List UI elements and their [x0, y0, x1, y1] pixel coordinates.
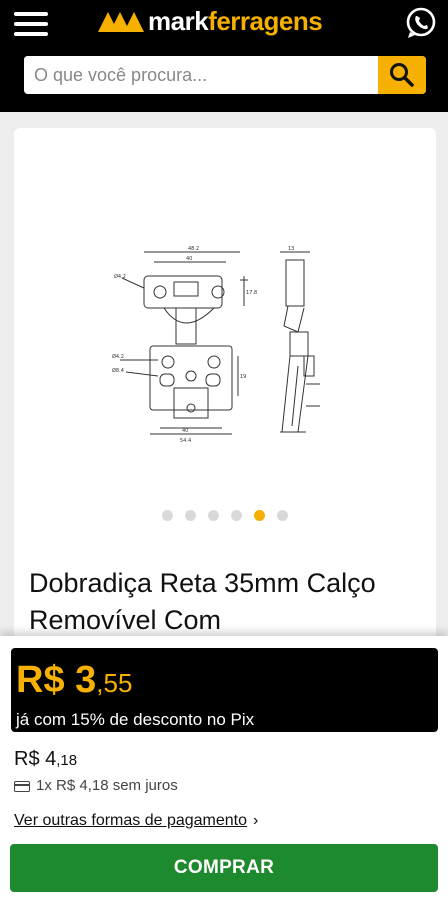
brand-logo[interactable]: markferragens	[96, 4, 323, 38]
product-title: Dobradiça Reta 35mm Calço Removível Com	[29, 568, 376, 635]
gallery-pagination	[14, 510, 436, 521]
svg-text:40: 40	[182, 428, 188, 434]
search-icon	[390, 63, 414, 87]
svg-text:17.8: 17.8	[246, 290, 257, 296]
svg-text:48.2: 48.2	[188, 246, 199, 252]
pix-price-box: R$ 3,55 já com 15% de desconto no Pix	[11, 648, 438, 732]
buy-button[interactable]: COMPRAR	[10, 844, 438, 892]
buy-panel: R$ 3,55 já com 15% de desconto no Pix R$…	[0, 636, 448, 900]
search-input[interactable]	[24, 56, 378, 94]
installment-text: 1x R$ 4,18 sem juros	[36, 777, 178, 794]
svg-text:Ø8.4: Ø8.4	[112, 367, 124, 374]
gallery-dot-4[interactable]	[231, 510, 242, 521]
hamburger-menu-icon[interactable]	[14, 12, 48, 38]
svg-text:Ø4.2: Ø4.2	[112, 353, 124, 360]
pix-discount-note: já com 15% de desconto no Pix	[16, 710, 255, 729]
svg-text:40: 40	[186, 256, 192, 262]
payment-options-link[interactable]: Ver outras formas de pagamento ›	[14, 810, 258, 832]
search-button[interactable]	[378, 56, 426, 94]
chevron-right-icon: ›	[253, 812, 259, 829]
gallery-dot-5-active[interactable]	[254, 510, 265, 521]
regular-price: R$ 4,18	[14, 748, 78, 770]
svg-text:Ø4.2: Ø4.2	[114, 273, 126, 280]
whatsapp-icon[interactable]	[404, 6, 438, 40]
product-image[interactable]: 48.2 40 17.8 Ø4.2 Ø4.2 Ø8.4 19 40 54.4 1…	[110, 236, 350, 476]
gallery-dot-6[interactable]	[277, 510, 288, 521]
svg-text:19: 19	[240, 374, 246, 380]
installment-info: 1x R$ 4,18 sem juros	[14, 776, 178, 796]
logo-mark-icon	[98, 12, 144, 32]
pix-price: R$ 3,55	[16, 659, 133, 701]
logo-wordmark: markferragens	[148, 6, 323, 36]
top-header: markferragens	[0, 0, 448, 112]
svg-text:13: 13	[288, 246, 294, 252]
credit-card-icon	[14, 780, 30, 792]
gallery-dot-2[interactable]	[185, 510, 196, 521]
gallery-dot-1[interactable]	[162, 510, 173, 521]
search-bar	[24, 56, 426, 94]
svg-text:54.4: 54.4	[180, 438, 191, 444]
gallery-dot-3[interactable]	[208, 510, 219, 521]
